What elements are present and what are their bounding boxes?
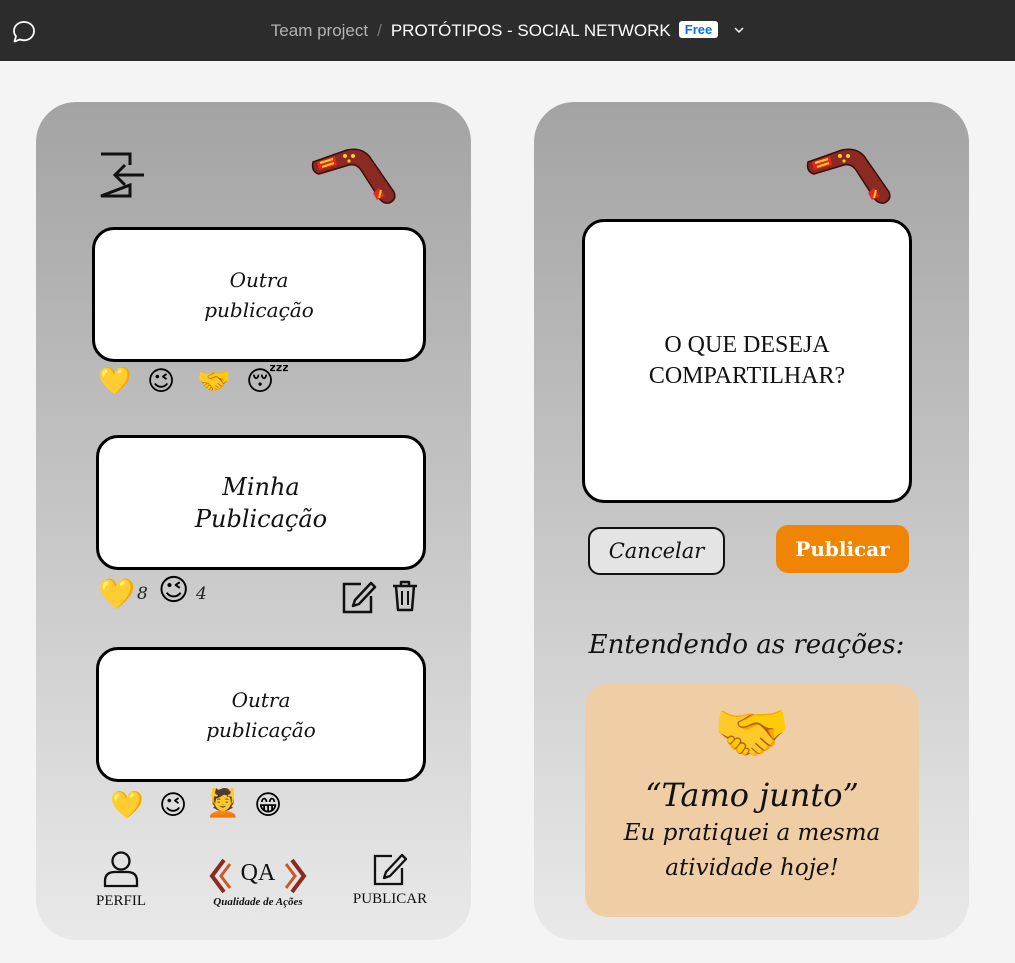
wink-count: 4 (196, 584, 207, 604)
reaction-legend-card: 🤝 “Tamo junto” Eu pratiquei a mesma ativ… (585, 684, 919, 917)
compose-textarea[interactable]: O QUE DESEJA COMPARTILHAR? (582, 219, 912, 503)
wink-reaction-icon[interactable]: 😉 (158, 576, 189, 606)
post-title: Outra (231, 687, 291, 712)
post-card[interactable]: Outra publicação (92, 227, 426, 362)
chevron-down-icon[interactable] (734, 19, 744, 39)
compose-placeholder: COMPARTILHAR? (648, 363, 846, 389)
reaction-name: “Tamo junto” (645, 776, 859, 814)
compose-screen: O QUE DESEJA COMPARTILHAR? Cancelar Publ… (534, 102, 969, 940)
heart-reaction-icon[interactable]: 💛 (98, 368, 132, 395)
sleepy-reaction-icon[interactable]: 😴 (246, 368, 289, 395)
trash-icon[interactable] (391, 580, 419, 612)
legend-heading: Entendendo as reações: (588, 630, 905, 660)
plan-badge: Free (678, 21, 719, 38)
boomerang-icon (311, 148, 396, 204)
boomerang-icon (806, 148, 891, 204)
heart-reaction-icon[interactable]: 💛 (110, 792, 144, 819)
breadcrumb: Team project / PROTÓTIPOS - SOCIAL NETWORK… (0, 19, 1015, 41)
nav-perfil-label: PERFIL (95, 893, 146, 909)
logout-icon[interactable] (98, 151, 146, 199)
logo-text: QA (240, 860, 276, 886)
publish-button[interactable]: Publicar (776, 525, 909, 573)
logo-subtitle: Qualidade de Ações (213, 896, 303, 908)
nav-publicar[interactable]: PUBLICAR (348, 852, 432, 908)
user-icon (103, 851, 139, 888)
post-card[interactable]: Outra publicação (96, 647, 426, 782)
edit-icon (373, 853, 408, 886)
nav-perfil[interactable]: PERFIL (86, 850, 156, 910)
cancel-button[interactable]: Cancelar (588, 527, 725, 575)
publish-button-label: Publicar (795, 537, 890, 561)
breadcrumb-project[interactable]: PROTÓTIPOS - SOCIAL NETWORK (391, 21, 671, 40)
nav-publicar-label: PUBLICAR (352, 891, 428, 907)
cancel-button-label: Cancelar (608, 539, 705, 563)
reaction-description: atividade hoje! (665, 855, 839, 881)
heart-reaction-icon[interactable]: 💛 (98, 580, 135, 610)
breadcrumb-team[interactable]: Team project (271, 21, 368, 40)
reaction-description: Eu pratiquei a mesma (623, 820, 881, 846)
grin-reaction-icon[interactable]: 😁 (254, 792, 282, 819)
heart-count: 8 (137, 584, 148, 604)
wink-reaction-icon[interactable]: 😉 (159, 792, 187, 819)
post-title: Publicação (194, 504, 328, 533)
post-title: publicação (206, 717, 316, 742)
top-bar: Team project / PROTÓTIPOS - SOCIAL NETWORK… (0, 0, 1015, 61)
post-title: Outra (229, 267, 289, 292)
wink-reaction-icon[interactable]: 😉 (147, 368, 175, 395)
edit-icon[interactable] (341, 580, 377, 614)
handshake-icon: 🤝 (713, 696, 791, 769)
compose-placeholder: O QUE DESEJA (664, 332, 830, 358)
feed-screen: Outra publicação 💛 😉 🤝 😴 Minha Publicaçã… (36, 102, 471, 940)
breadcrumb-separator: / (377, 21, 382, 40)
handshake-reaction-icon[interactable]: 🤝 (197, 368, 231, 395)
post-title: publicação (204, 297, 314, 322)
post-title: Minha (222, 472, 300, 501)
qa-logo: QA Qualidade de Ações (208, 854, 308, 914)
my-post-card[interactable]: Minha Publicação (96, 435, 426, 570)
massage-reaction-icon[interactable]: 💆 (206, 790, 240, 817)
